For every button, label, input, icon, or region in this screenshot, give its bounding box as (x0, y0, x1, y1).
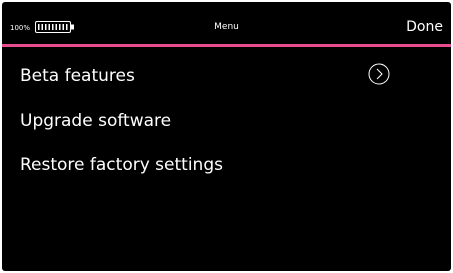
done-button[interactable]: Done (406, 18, 443, 36)
menu-item-label: Restore factory settings (20, 155, 223, 175)
header-divider (2, 44, 451, 47)
menu-item-upgrade-software[interactable]: Upgrade software (2, 101, 451, 141)
menu-item-label: Upgrade software (20, 111, 172, 131)
page-title: Menu (214, 22, 239, 32)
menu-item-label: Beta features (20, 66, 135, 86)
menu-item-restore-factory-settings[interactable]: Restore factory settings (2, 145, 451, 185)
menu-item-beta-features[interactable]: Beta features (2, 56, 451, 96)
chevron-right-circle-icon[interactable] (368, 63, 390, 85)
status-bar: 100% Menu Done (2, 2, 451, 46)
menu-screen: 100% Menu Done Beta features Upgrade sof… (2, 2, 451, 271)
